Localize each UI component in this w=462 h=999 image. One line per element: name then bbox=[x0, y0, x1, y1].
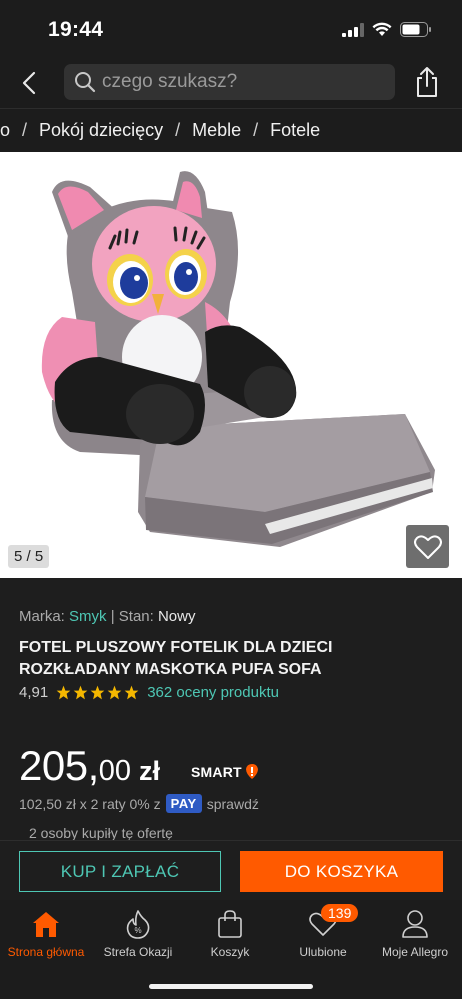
breadcrumb-separator: / bbox=[253, 120, 259, 140]
home-icon bbox=[33, 912, 59, 937]
breadcrumb-item[interactable]: Pokój dziecięcy bbox=[39, 120, 163, 141]
nav-cart-label: Koszyk bbox=[210, 945, 250, 959]
buy-now-button[interactable]: KUP I ZAPŁAĆ bbox=[19, 851, 221, 892]
deals-flame-icon: % bbox=[126, 910, 150, 939]
installments: 102,50 zł x 2 raty 0% z PAY sprawdź bbox=[19, 794, 259, 813]
breadcrumb: o / Pokój dziecięcy / Meble / Fotele bbox=[0, 108, 462, 152]
svg-text:%: % bbox=[135, 926, 142, 935]
nav-home-label: Strona główna bbox=[7, 945, 85, 959]
brand-line: Marka: Smyk | Stan: Nowy bbox=[19, 608, 195, 625]
brand-link[interactable]: Smyk bbox=[69, 608, 107, 625]
brand-label: Marka: bbox=[19, 608, 65, 625]
breadcrumb-separator: / bbox=[175, 120, 181, 140]
search-icon bbox=[75, 72, 96, 93]
cart-bag-icon bbox=[218, 910, 242, 938]
price-currency: zł bbox=[139, 756, 161, 786]
nav-my-allegro-label: Moje Allegro bbox=[381, 945, 449, 959]
price: 205, 00 zł bbox=[19, 742, 160, 790]
product-image bbox=[41, 171, 435, 547]
status-time: 19:44 bbox=[48, 18, 104, 41]
buyers-count: 2 osoby kupiły tę ofertę bbox=[29, 825, 173, 841]
wifi-icon bbox=[372, 22, 392, 36]
nav-my-allegro[interactable]: Moje Allegro bbox=[369, 908, 461, 959]
rating-row[interactable]: 4,91 362 oceny produktu bbox=[19, 684, 279, 701]
status-bar: 19:44 bbox=[0, 0, 462, 58]
nav-favorites[interactable]: 139 Ulubione bbox=[277, 904, 369, 959]
price-main: 205, bbox=[19, 742, 99, 789]
rating-value: 4,91 bbox=[19, 684, 49, 701]
top-bar bbox=[0, 58, 462, 108]
add-to-cart-button[interactable]: DO KOSZYKA bbox=[240, 851, 443, 892]
back-button[interactable] bbox=[14, 66, 44, 100]
share-icon bbox=[417, 67, 437, 97]
breadcrumb-item[interactable]: Meble bbox=[192, 120, 241, 141]
price-cents: 00 bbox=[98, 755, 132, 787]
star-icon bbox=[90, 685, 105, 700]
status-icons bbox=[342, 22, 432, 37]
smart-label: SMART bbox=[191, 763, 242, 780]
product-gallery[interactable]: 5 / 5 bbox=[0, 152, 462, 578]
condition-label: Stan: bbox=[118, 608, 154, 625]
breadcrumb-item[interactable]: Fotele bbox=[270, 120, 320, 141]
signal-icon bbox=[342, 22, 364, 37]
star-icon bbox=[124, 685, 139, 700]
nav-home[interactable]: Strona główna bbox=[0, 908, 92, 959]
bottom-nav: Strona główna % Strefa Okazji Koszyk 139… bbox=[0, 900, 462, 999]
nav-cart[interactable]: Koszyk bbox=[184, 908, 276, 959]
smart-info-icon bbox=[245, 764, 258, 779]
action-bar: KUP I ZAPŁAĆ DO KOSZYKA bbox=[0, 840, 462, 900]
breadcrumb-separator: / bbox=[22, 120, 28, 140]
smart-badge[interactable]: SMART bbox=[191, 763, 259, 780]
favorites-badge: 139 bbox=[321, 904, 359, 922]
divider: | bbox=[110, 608, 119, 625]
pay-badge: PAY bbox=[165, 794, 202, 813]
home-indicator bbox=[149, 984, 313, 989]
star-icon bbox=[73, 685, 88, 700]
rating-count-link[interactable]: 362 oceny produktu bbox=[147, 684, 279, 701]
nav-deals[interactable]: % Strefa Okazji bbox=[92, 908, 184, 959]
nav-deals-label: Strefa Okazji bbox=[103, 945, 173, 959]
breadcrumb-item[interactable]: o bbox=[0, 120, 10, 141]
star-icon bbox=[107, 685, 122, 700]
search-input[interactable] bbox=[102, 71, 382, 93]
installments-text: 102,50 zł x 2 raty 0% z bbox=[19, 795, 161, 812]
product-info: Marka: Smyk | Stan: Nowy FOTEL PLUSZOWY … bbox=[0, 578, 462, 841]
gallery-counter: 5 / 5 bbox=[8, 545, 50, 568]
add-to-favorites-button[interactable] bbox=[406, 525, 449, 568]
product-title: FOTEL PLUSZOWY FOTELIK DLA DZIECI ROZKŁA… bbox=[19, 639, 333, 678]
nav-favorites-label: Ulubione bbox=[299, 945, 347, 959]
star-icon bbox=[56, 685, 71, 700]
search-box[interactable] bbox=[64, 64, 395, 100]
share-button[interactable] bbox=[414, 66, 442, 100]
user-icon bbox=[402, 910, 428, 938]
installments-check-link[interactable]: sprawdź bbox=[207, 796, 259, 812]
battery-icon bbox=[400, 22, 431, 37]
rating-stars bbox=[56, 685, 139, 700]
heart-icon bbox=[413, 534, 442, 559]
chevron-left-icon bbox=[22, 71, 36, 95]
condition-value: Nowy bbox=[157, 608, 196, 625]
